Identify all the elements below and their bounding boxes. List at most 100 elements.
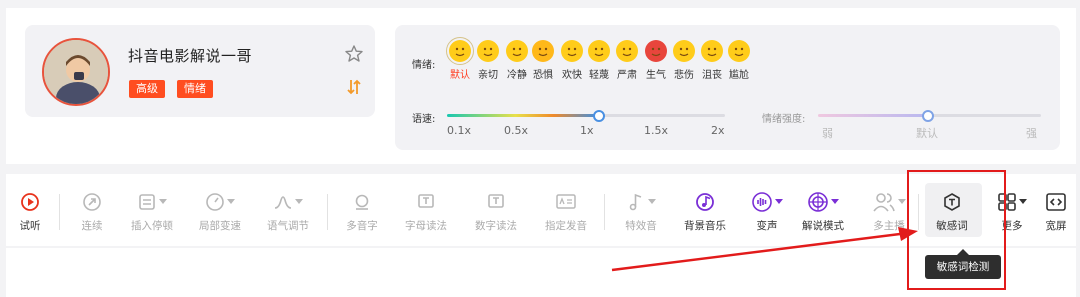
toolbar-button-letter-read[interactable]: 字母读法: [398, 190, 454, 233]
emotion-option-label: 严肃: [617, 70, 637, 81]
emotion-option[interactable]: 轻蔑: [584, 40, 614, 81]
toolbar-button-label: 插入停顿: [131, 220, 173, 232]
toolbar-button-label: 语气调节: [267, 220, 309, 232]
polyphone-icon: [338, 190, 386, 214]
toolbar-button-label: 字母读法: [405, 220, 447, 232]
toolbar-button-continuous[interactable]: 连续: [72, 190, 112, 233]
emotion-face-icon: [588, 40, 610, 62]
narration-mode-icon: [795, 190, 851, 214]
emotion-face-icon: [446, 37, 474, 65]
toolbar-button-background-music[interactable]: 背景音乐: [679, 190, 731, 233]
emotion-option[interactable]: 默认: [445, 37, 475, 81]
emotion-face-icon: [561, 40, 583, 62]
voice-name: 抖音电影解说一哥: [128, 47, 253, 65]
chevron-down-icon: [648, 199, 656, 204]
emotion-face-icon: [728, 40, 750, 62]
emotion-option-label: 沮丧: [702, 70, 722, 81]
emotion-option-label: 恐惧: [533, 70, 553, 81]
toolbar-button-label: 变声: [756, 220, 778, 232]
intensity-track-filled: [818, 114, 928, 117]
emotion-label: 情绪:: [412, 60, 436, 71]
toolbar-button-play[interactable]: 试听: [14, 190, 46, 233]
toolbar-button-widescreen[interactable]: 宽屏: [1040, 190, 1072, 233]
tag-advanced: 高级: [129, 80, 165, 98]
chevron-down-icon: [831, 199, 839, 204]
toolbar-button-voice-change[interactable]: 变声: [745, 190, 789, 233]
toolbar-divider: [604, 194, 605, 230]
chevron-down-icon: [227, 199, 235, 204]
speed-track-rest: [599, 114, 725, 117]
emotion-option[interactable]: 亲切: [473, 40, 503, 81]
emotion-option[interactable]: 严肃: [612, 40, 642, 81]
toolbar-button-pause-insert[interactable]: 插入停顿: [122, 190, 182, 233]
speed-tick: 1.5x: [644, 124, 669, 137]
emotion-option-label: 尴尬: [729, 70, 749, 81]
emotion-option[interactable]: 生气: [641, 40, 671, 81]
switch-voice-icon[interactable]: [346, 78, 362, 96]
toolbar-button-label: 局部变速: [199, 220, 241, 232]
toolbar-button-label: 宽屏: [1045, 220, 1067, 232]
toolbar-button-pronunciation[interactable]: 指定发音: [538, 190, 594, 233]
intensity-tick: 默认: [916, 127, 938, 140]
toolbar-button-tone-wave[interactable]: 语气调节: [260, 190, 316, 233]
speed-tick: 1x: [580, 124, 594, 137]
intensity-tick: 弱: [822, 127, 833, 140]
emotion-option[interactable]: 欢快: [557, 40, 587, 81]
speed-label: 语速:: [412, 114, 436, 125]
emotion-face-icon: [616, 40, 638, 62]
letter-read-icon: [398, 190, 454, 214]
toolbar-button-number-read[interactable]: 数字读法: [468, 190, 524, 233]
toolbar-button-label: 背景音乐: [684, 220, 726, 232]
emotion-option[interactable]: 恐惧: [528, 40, 558, 81]
emotion-face-icon: [532, 40, 554, 62]
emotion-option-label: 生气: [646, 70, 666, 81]
emotion-face-icon: [673, 40, 695, 62]
speed-slider-handle[interactable]: [593, 110, 605, 122]
number-read-icon: [468, 190, 524, 214]
toolbar-button-sound-effect[interactable]: 特效音: [618, 190, 664, 233]
emotion-option[interactable]: 沮丧: [697, 40, 727, 81]
highlight-box: [907, 170, 1006, 290]
chevron-down-icon: [898, 199, 906, 204]
emotion-face-icon: [645, 40, 667, 62]
toolbar-divider: [59, 194, 60, 230]
emotion-option-label: 亲切: [478, 70, 498, 81]
background-music-icon: [679, 190, 731, 214]
emotion-option[interactable]: 尴尬: [724, 40, 754, 81]
toolbar-button-label: 数字读法: [475, 220, 517, 232]
emotion-option-label: 悲伤: [674, 70, 694, 81]
toolbar-button-narration-mode[interactable]: 解说模式: [795, 190, 851, 233]
chevron-down-icon: [295, 199, 303, 204]
emotion-face-icon: [477, 40, 499, 62]
intensity-track-rest: [928, 114, 1041, 117]
emotion-option-label: 轻蔑: [589, 70, 609, 81]
toolbar-button-polyphone[interactable]: 多音字: [338, 190, 386, 233]
toolbar-button-speed-gauge[interactable]: 局部变速: [190, 190, 250, 233]
emotion-option-label: 默认: [450, 70, 470, 81]
voice-change-icon: [745, 190, 789, 214]
toolbar-button-label: 指定发音: [545, 220, 587, 232]
sound-effect-icon: [618, 190, 664, 214]
intensity-slider-handle[interactable]: [922, 110, 934, 122]
speed-tick: 0.1x: [447, 124, 472, 137]
intensity-label: 情绪强度:: [762, 114, 806, 125]
emotion-face-icon: [701, 40, 723, 62]
toolbar-button-label: 试听: [19, 220, 41, 232]
toolbar-button-label: 多音字: [346, 220, 378, 232]
emotion-face-icon: [506, 40, 528, 62]
emotion-option[interactable]: 悲伤: [669, 40, 699, 81]
toolbar-button-label: 解说模式: [802, 220, 844, 232]
speed-track-filled: [447, 114, 599, 117]
voice-avatar: [42, 38, 110, 106]
pronunciation-icon: [538, 190, 594, 214]
chevron-down-icon: [1019, 199, 1027, 204]
toolbar-divider: [327, 194, 328, 230]
toolbar-button-label: 特效音: [625, 220, 657, 232]
speed-tick: 2x: [711, 124, 725, 137]
play-icon: [14, 190, 46, 214]
continuous-icon: [72, 190, 112, 214]
toolbar-button-label: 连续: [81, 220, 103, 232]
chevron-down-icon: [159, 199, 167, 204]
favorite-star-icon[interactable]: [344, 44, 364, 64]
speed-gauge-icon: [190, 190, 250, 214]
